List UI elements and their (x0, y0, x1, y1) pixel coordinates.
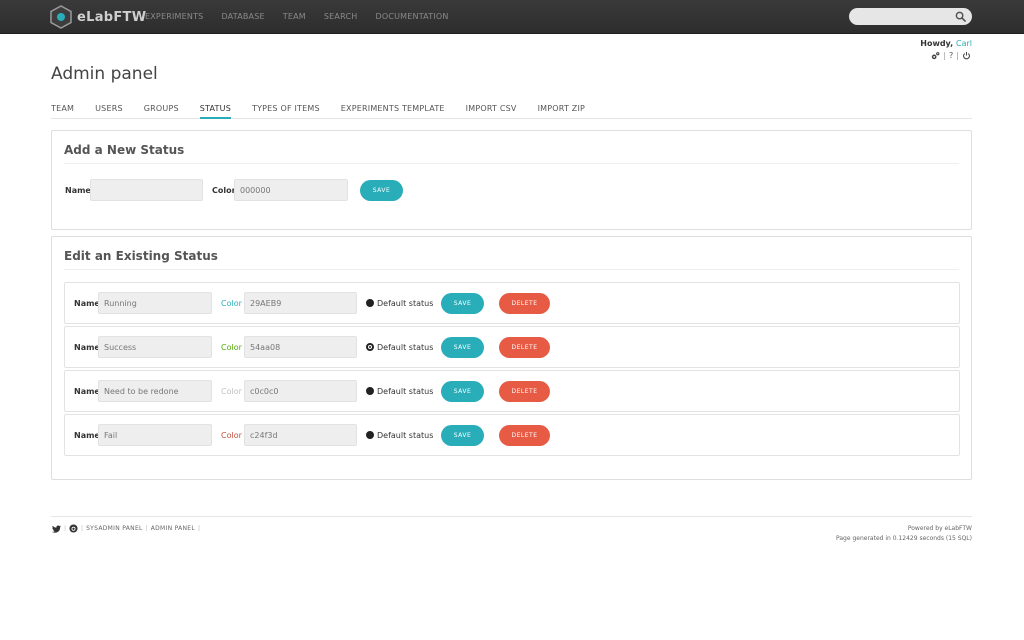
status-delete-button[interactable]: DELETE (499, 293, 550, 314)
status-save-button[interactable]: SAVE (441, 381, 484, 402)
search-input[interactable] (849, 8, 949, 25)
name-label: Name (74, 299, 100, 308)
page-title: Admin panel (51, 64, 158, 84)
name-label: Name (74, 343, 100, 352)
status-row: Name Color Default status SAVE DELETE (64, 326, 960, 368)
color-label: Color (212, 186, 236, 195)
edit-status-panel: Edit an Existing Status Name Color Defau… (51, 236, 972, 480)
default-status-label: Default status (377, 431, 434, 440)
tab-import-csv[interactable]: IMPORT CSV (466, 104, 517, 119)
status-row: Name Color Default status SAVE DELETE (64, 282, 960, 324)
divider (64, 269, 959, 270)
twitter-icon[interactable] (52, 525, 61, 533)
default-status-label: Default status (377, 299, 434, 308)
gears-icon[interactable] (931, 51, 940, 60)
top-navbar: eLabFTW EXPERIMENTS DATABASE TEAM SEARCH… (0, 0, 1024, 34)
main-nav: EXPERIMENTS DATABASE TEAM SEARCH DOCUMEN… (145, 0, 467, 33)
new-status-color-input[interactable] (234, 179, 348, 201)
tools-separator: | (943, 51, 947, 60)
footer-links: | | SYSADMIN PANEL | ADMIN PANEL | (52, 524, 203, 533)
edit-status-title: Edit an Existing Status (64, 249, 218, 263)
status-save-button[interactable]: SAVE (441, 293, 484, 314)
tools-separator: | (956, 51, 959, 60)
app-name: eLabFTW (77, 9, 147, 25)
help-link[interactable]: ? (949, 51, 953, 60)
status-delete-button[interactable]: DELETE (499, 337, 550, 358)
user-name-link[interactable]: Carl (956, 39, 972, 48)
default-status-label: Default status (377, 387, 434, 396)
app-logo[interactable]: eLabFTW (50, 4, 146, 30)
tab-groups[interactable]: GROUPS (144, 104, 179, 119)
footer-separator: | (81, 525, 84, 532)
nav-experiments[interactable]: EXPERIMENTS (145, 12, 203, 21)
color-label: Color (221, 343, 242, 352)
admin-tabs: TEAM USERS GROUPS STATUS TYPES OF ITEMS … (51, 104, 972, 119)
status-name-input[interactable] (98, 336, 212, 358)
default-status-radio[interactable] (366, 299, 374, 307)
footer-separator: | (64, 525, 67, 532)
admin-panel-link[interactable]: ADMIN PANEL (151, 525, 195, 532)
default-status-label: Default status (377, 343, 434, 352)
divider (64, 163, 959, 164)
footer-divider (51, 516, 972, 517)
footer-info: Powered by eLabFTW Page generated in 0.1… (836, 524, 972, 544)
nav-documentation[interactable]: DOCUMENTATION (375, 12, 448, 21)
name-label: Name (74, 431, 100, 440)
status-color-input[interactable] (244, 292, 357, 314)
tab-import-zip[interactable]: IMPORT ZIP (538, 104, 585, 119)
search-box (849, 8, 972, 25)
github-icon[interactable] (69, 524, 78, 533)
default-status-radio[interactable] (366, 431, 374, 439)
status-color-input[interactable] (244, 380, 357, 402)
status-delete-button[interactable]: DELETE (499, 381, 550, 402)
name-label: Name (74, 387, 100, 396)
new-status-name-input[interactable] (90, 179, 203, 201)
color-label: Color (221, 299, 242, 308)
status-row: Name Color Default status SAVE DELETE (64, 370, 960, 412)
add-status-panel: Add a New Status Name Color SAVE (51, 130, 972, 230)
status-delete-button[interactable]: DELETE (499, 425, 550, 446)
hexagon-logo-icon (50, 5, 72, 29)
nav-database[interactable]: DATABASE (221, 12, 264, 21)
default-status-radio[interactable] (366, 343, 374, 351)
sysadmin-panel-link[interactable]: SYSADMIN PANEL (86, 525, 143, 532)
tab-status[interactable]: STATUS (199, 104, 231, 119)
add-status-title: Add a New Status (64, 143, 185, 157)
greeting-text: Howdy, (920, 39, 954, 48)
status-name-input[interactable] (98, 424, 212, 446)
tab-types-of-items[interactable]: TYPES OF ITEMS (252, 104, 320, 119)
add-status-save-button[interactable]: SAVE (360, 180, 403, 201)
footer-separator: | (198, 525, 201, 532)
search-icon[interactable] (955, 11, 966, 22)
status-save-button[interactable]: SAVE (441, 425, 484, 446)
status-row: Name Color Default status SAVE DELETE (64, 414, 960, 456)
status-color-input[interactable] (244, 336, 357, 358)
nav-team[interactable]: TEAM (283, 12, 306, 21)
user-tools: | ? | (931, 51, 971, 60)
status-name-input[interactable] (98, 380, 212, 402)
status-name-input[interactable] (98, 292, 212, 314)
tab-team[interactable]: TEAM (51, 104, 74, 119)
color-label: Color (221, 431, 242, 440)
color-label: Color (221, 387, 242, 396)
tab-users[interactable]: USERS (95, 104, 123, 119)
power-off-icon[interactable] (962, 51, 971, 60)
user-greeting: Howdy, Carl (920, 39, 972, 48)
footer-separator: | (145, 525, 148, 532)
nav-search[interactable]: SEARCH (324, 12, 358, 21)
page-generated-text: Page generated in 0.12429 seconds (15 SQ… (836, 535, 972, 542)
status-color-input[interactable] (244, 424, 357, 446)
powered-by-text: Powered by eLabFTW (907, 525, 972, 532)
status-save-button[interactable]: SAVE (441, 337, 484, 358)
name-label: Name (65, 186, 91, 195)
tab-experiments-template[interactable]: EXPERIMENTS TEMPLATE (341, 104, 445, 119)
default-status-radio[interactable] (366, 387, 374, 395)
